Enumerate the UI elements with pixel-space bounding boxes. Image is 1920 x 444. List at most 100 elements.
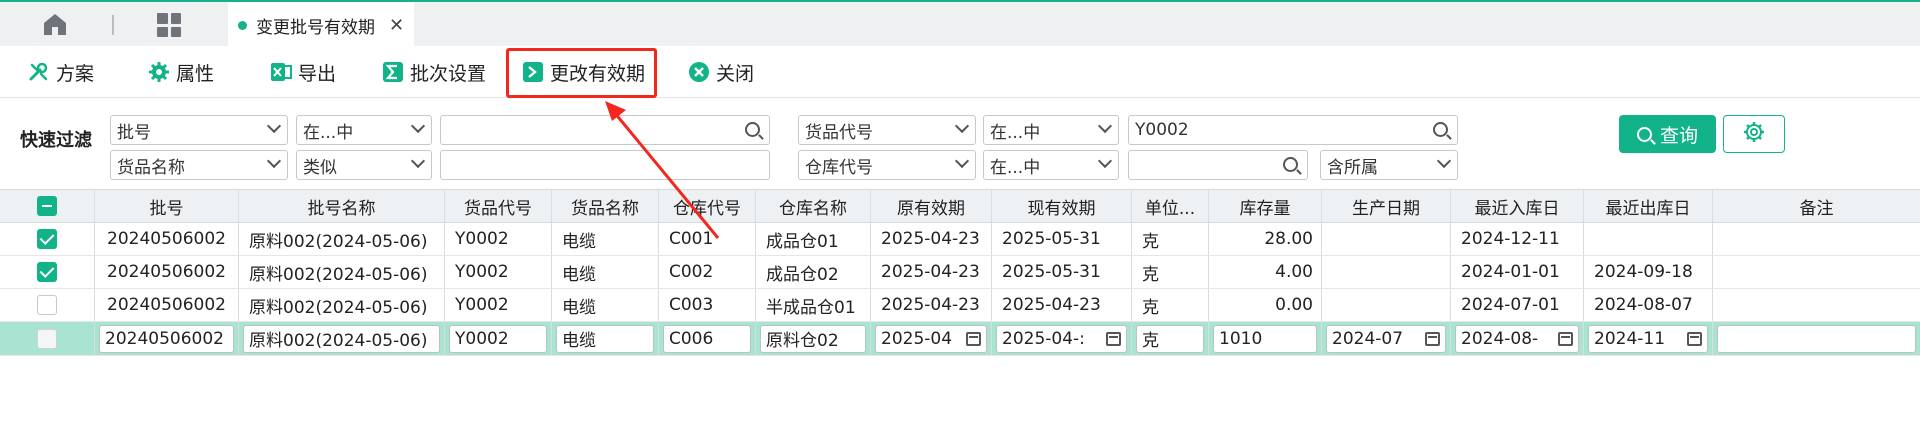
header-cell[interactable]: 批号名称 [239, 190, 445, 222]
filter-operator-value: 在...中 [303, 122, 354, 143]
filter-value-input-3[interactable] [440, 150, 770, 180]
filter-field-select-4[interactable]: 仓库代号 [798, 150, 976, 180]
header-cell[interactable]: 单位... [1132, 190, 1209, 222]
date-input[interactable]: 2025-04-: [996, 324, 1127, 353]
filter-operator-select-3[interactable]: 类似 [296, 150, 432, 180]
close-button[interactable]: 关闭 [688, 54, 754, 90]
calendar-icon[interactable] [1425, 331, 1440, 346]
row-checkbox[interactable] [37, 295, 57, 315]
tab-close-icon[interactable]: ✕ [389, 15, 404, 36]
search-icon[interactable] [1283, 157, 1298, 172]
calendar-icon[interactable] [966, 331, 981, 346]
scheme-button[interactable]: 方案 [28, 54, 94, 90]
edit-value: 克 [1142, 331, 1159, 351]
edit-cell[interactable]: 原料002(2024-05-06) [239, 322, 445, 355]
edit-cell[interactable]: 2024-08- [1451, 322, 1584, 355]
tab-active[interactable]: 变更批号有效期 ✕ [228, 2, 414, 48]
row-checkbox[interactable] [37, 229, 57, 249]
date-input[interactable]: 2025-04 [875, 324, 987, 353]
edit-cell[interactable]: 20240506002 [95, 322, 239, 355]
header-cell[interactable]: 批号 [95, 190, 239, 222]
edit-cell[interactable]: 2024-11 [1584, 322, 1713, 355]
filter-operator-select-4[interactable]: 在...中 [983, 150, 1119, 180]
search-icon[interactable] [745, 122, 760, 137]
edit-input[interactable]: Y0002 [449, 324, 547, 353]
filter-field-select-2[interactable]: 货品代号 [798, 115, 976, 145]
row-select-cell[interactable] [0, 322, 95, 355]
edit-value: Y0002 [455, 328, 509, 349]
filter-value-input-1[interactable] [440, 115, 770, 145]
calendar-icon[interactable] [1687, 331, 1702, 346]
edit-cell[interactable]: 2024-07 [1322, 322, 1451, 355]
filter-value-input-2[interactable]: Y0002 [1128, 115, 1458, 145]
header-cell[interactable]: 仓库名称 [756, 190, 871, 222]
edit-cell[interactable]: C006 [659, 322, 756, 355]
header-cell[interactable]: 生产日期 [1322, 190, 1451, 222]
home-icon[interactable] [40, 11, 70, 37]
edit-input[interactable] [1717, 324, 1916, 353]
edit-input[interactable]: 原料仓02 [760, 324, 866, 353]
edit-input[interactable]: 1010 [1213, 324, 1317, 353]
row-select-cell[interactable] [0, 256, 95, 288]
table-row[interactable]: 20240506002 原料002(2024-05-06) Y0002 电缆 C… [0, 256, 1920, 289]
date-input[interactable]: 2024-11 [1588, 324, 1708, 353]
table-cell: 2024-12-11 [1451, 223, 1584, 255]
calendar-icon[interactable] [1558, 331, 1573, 346]
filter-settings-button[interactable] [1723, 115, 1785, 153]
select-all-checkbox[interactable] [37, 196, 57, 216]
filter-value-input-4[interactable] [1128, 150, 1308, 180]
edit-cell[interactable]: 原料仓02 [756, 322, 871, 355]
header-cell[interactable]: 现有效期 [992, 190, 1132, 222]
edit-input[interactable]: 克 [1136, 324, 1204, 353]
filter-scope-select[interactable]: 含所属 [1320, 150, 1458, 180]
header-cell[interactable]: 备注 [1713, 190, 1920, 222]
header-cell[interactable]: 货品名称 [552, 190, 659, 222]
batch-settings-button[interactable]: 批次设置 [382, 54, 486, 90]
table-cell: 20240506002 [95, 223, 239, 255]
filter-operator-value: 在...中 [990, 157, 1041, 178]
search-icon[interactable] [1433, 122, 1448, 137]
edit-cell[interactable]: 2025-04 [871, 322, 992, 355]
table-row-editing[interactable]: 20240506002 原料002(2024-05-06) Y0002 电缆 C… [0, 322, 1920, 356]
apps-grid-icon[interactable] [157, 13, 181, 37]
edit-cell[interactable]: 1010 [1209, 322, 1322, 355]
properties-button[interactable]: 属性 [148, 54, 214, 90]
row-checkbox[interactable] [37, 262, 57, 282]
query-button[interactable]: 查询 [1619, 115, 1716, 153]
table-row[interactable]: 20240506002 原料002(2024-05-06) Y0002 电缆 C… [0, 289, 1920, 322]
row-select-cell[interactable] [0, 289, 95, 321]
header-cell[interactable]: 库存量 [1209, 190, 1322, 222]
table-cell [1713, 289, 1920, 321]
table-cell: 2025-04-23 [871, 289, 992, 321]
filter-operator-select-1[interactable]: 在...中 [296, 115, 432, 145]
toolbar: 方案 属性 导出 批次设置 更改有效期 关闭 [0, 46, 1920, 98]
edit-input[interactable]: 20240506002 [99, 324, 234, 353]
table-cell [1713, 223, 1920, 255]
header-cell[interactable]: 最近入库日 [1451, 190, 1584, 222]
filter-field-select-3[interactable]: 货品名称 [110, 150, 288, 180]
date-input[interactable]: 2024-07 [1326, 324, 1446, 353]
header-cell[interactable]: 货品代号 [445, 190, 552, 222]
edit-cell[interactable]: 电缆 [552, 322, 659, 355]
header-cell[interactable]: 仓库代号 [659, 190, 756, 222]
date-input[interactable]: 2024-08- [1455, 324, 1579, 353]
edit-input[interactable]: C006 [663, 324, 751, 353]
edit-input[interactable]: 电缆 [556, 324, 654, 353]
row-select-cell[interactable] [0, 223, 95, 255]
header-cell[interactable]: 最近出库日 [1584, 190, 1713, 222]
edit-cell[interactable]: 2025-04-: [992, 322, 1132, 355]
export-button[interactable]: 导出 [270, 54, 336, 90]
edit-cell[interactable]: 克 [1132, 322, 1209, 355]
edit-value: 2024-11 [1594, 328, 1666, 349]
edit-cell[interactable] [1713, 322, 1920, 355]
table-row[interactable]: 20240506002 原料002(2024-05-06) Y0002 电缆 C… [0, 223, 1920, 256]
calendar-icon[interactable] [1106, 331, 1121, 346]
edit-cell[interactable]: Y0002 [445, 322, 552, 355]
edit-input[interactable]: 原料002(2024-05-06) [243, 324, 440, 353]
select-all-cell[interactable] [0, 190, 95, 222]
filter-operator-select-2[interactable]: 在...中 [983, 115, 1119, 145]
header-cell[interactable]: 原有效期 [871, 190, 992, 222]
filter-field-select-1[interactable]: 批号 [110, 115, 288, 145]
edit-value: 2025-04-: [1002, 328, 1085, 349]
row-checkbox[interactable] [37, 328, 57, 349]
